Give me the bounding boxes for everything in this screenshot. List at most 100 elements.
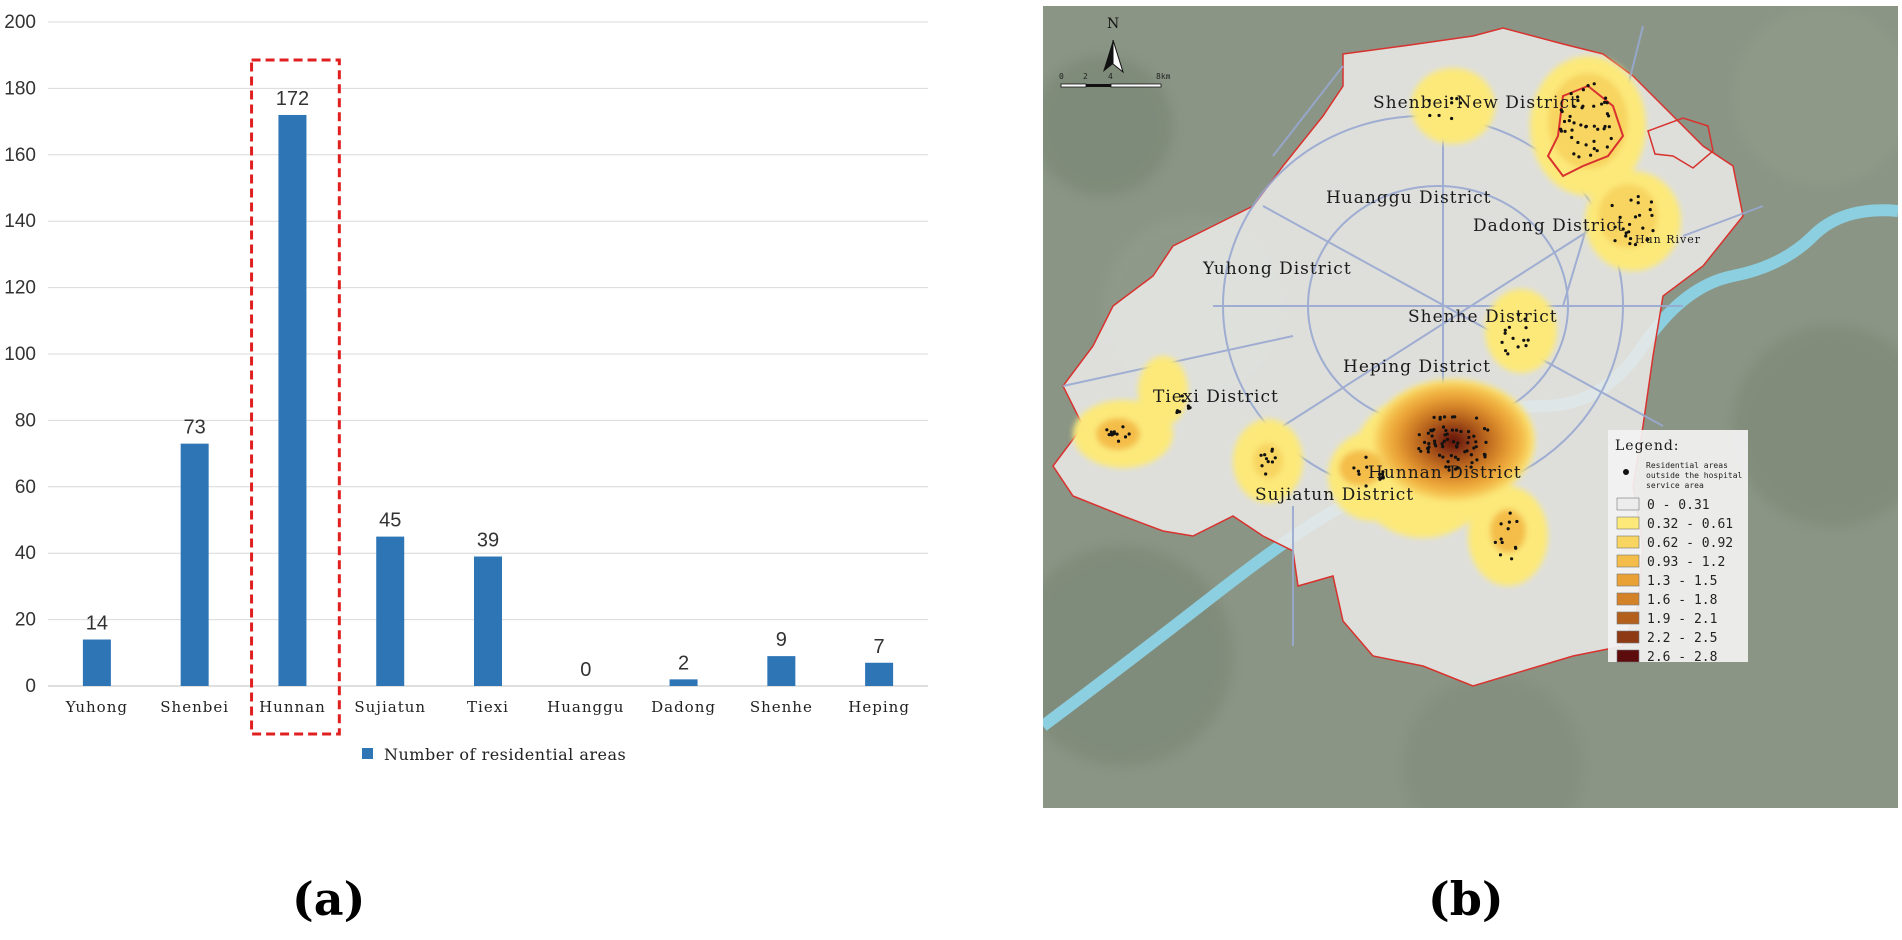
residential-point xyxy=(1105,428,1109,432)
residential-point xyxy=(1576,140,1580,145)
residential-point xyxy=(1592,82,1596,86)
residential-point xyxy=(1356,469,1361,473)
residential-point xyxy=(1454,428,1459,432)
data-label-sujiatun: 45 xyxy=(379,510,401,532)
legend-dot-label-1: Residential areas xyxy=(1646,461,1728,470)
residential-point xyxy=(1607,125,1611,129)
residential-point xyxy=(1474,440,1478,444)
residential-point xyxy=(1123,435,1128,439)
residential-point xyxy=(1633,215,1638,219)
residential-point xyxy=(1577,155,1581,159)
category-label-yuhong: Yuhong xyxy=(65,698,128,716)
residential-point xyxy=(1466,430,1471,434)
residential-point xyxy=(1451,440,1456,444)
legend-swatch-2 xyxy=(1616,535,1640,549)
residential-point xyxy=(1581,88,1585,92)
residential-point xyxy=(1595,149,1599,153)
data-label-huanggu: 0 xyxy=(580,659,591,681)
legend-swatch-0 xyxy=(1616,497,1640,511)
residential-point xyxy=(1116,439,1121,443)
category-label-hunnan: Hunnan xyxy=(259,698,326,716)
residential-point xyxy=(1467,435,1471,440)
category-labels: Yuhong Shenbei Hunnan Sujiatun Tiexi Huanggu D… xyxy=(65,698,909,716)
residential-point xyxy=(1417,447,1421,451)
residential-point xyxy=(1603,96,1608,100)
category-label-shenhe: Shenhe xyxy=(750,698,813,716)
legend-class-label-1: 0.32 - 0.61 xyxy=(1647,517,1733,532)
residential-point xyxy=(1609,136,1613,141)
residential-point xyxy=(1469,453,1473,457)
legend-swatch-7 xyxy=(1616,630,1640,644)
residential-point xyxy=(1627,230,1631,234)
bar-tiexi xyxy=(474,556,502,686)
residential-point xyxy=(1463,450,1467,454)
residential-point xyxy=(1264,472,1268,476)
legend-class-label-2: 0.62 - 0.92 xyxy=(1647,536,1733,551)
residential-point xyxy=(1449,453,1453,458)
data-label-shenbei: 73 xyxy=(184,417,206,439)
residential-point xyxy=(1503,328,1507,332)
residential-point xyxy=(1352,466,1356,470)
residential-point xyxy=(1498,553,1503,557)
residential-point xyxy=(1499,537,1503,541)
legend-swatch-3 xyxy=(1616,554,1640,568)
category-label-huanggu: Huanggu xyxy=(547,698,624,716)
residential-point xyxy=(1570,135,1574,140)
residential-point xyxy=(1603,124,1607,129)
bar-hunnan xyxy=(278,114,307,686)
y-tick-label: 120 xyxy=(4,278,36,299)
residential-point xyxy=(1466,441,1470,445)
residential-point xyxy=(1506,527,1510,531)
residential-point xyxy=(1450,428,1454,432)
label-shenhe: Shenhe District xyxy=(1408,307,1558,327)
residential-point xyxy=(1426,431,1430,435)
legend-dot-label-3: service area xyxy=(1646,481,1704,490)
data-label-hunnan: 172 xyxy=(276,88,309,110)
data-label-yuhong: 14 xyxy=(86,613,108,635)
label-tiexi: Tiexi District xyxy=(1153,387,1279,407)
residential-point xyxy=(1442,439,1446,443)
residential-point xyxy=(1572,121,1576,125)
residential-point xyxy=(1596,127,1600,131)
residential-point xyxy=(1493,540,1497,545)
residential-point xyxy=(1450,415,1455,419)
bar-yuhong xyxy=(82,639,111,686)
residential-point xyxy=(1422,440,1427,444)
residential-point xyxy=(1441,445,1445,449)
residential-point xyxy=(1581,104,1585,108)
residential-point xyxy=(1432,415,1436,419)
residential-point xyxy=(1508,511,1512,515)
y-tick-label: 140 xyxy=(4,211,36,232)
residential-point xyxy=(1441,455,1445,459)
y-tick-label: 180 xyxy=(4,78,36,99)
y-tick-label: 20 xyxy=(15,610,36,631)
svg-text:4: 4 xyxy=(1108,72,1113,81)
residential-point xyxy=(1610,203,1614,208)
residential-point xyxy=(1562,119,1567,124)
residential-point xyxy=(1559,127,1563,131)
residential-point xyxy=(1572,152,1576,156)
residential-point xyxy=(1499,522,1503,526)
residential-point xyxy=(1570,128,1574,132)
data-label-dadong: 2 xyxy=(678,652,689,674)
panel-label-a: (a) xyxy=(292,872,366,926)
legend-swatch-5 xyxy=(1616,592,1640,606)
residential-point xyxy=(1526,338,1530,342)
residential-point xyxy=(1484,440,1488,444)
label-huanggu: Huanggu District xyxy=(1326,188,1492,208)
bar-dadong xyxy=(669,679,698,686)
residential-point xyxy=(1651,228,1655,233)
residential-point xyxy=(1270,449,1274,453)
y-tick-label: 60 xyxy=(15,477,36,498)
legend-class-label-0: 0 - 0.31 xyxy=(1647,498,1710,513)
residential-point xyxy=(1629,198,1633,202)
label-heping: Heping District xyxy=(1343,357,1491,377)
residential-point xyxy=(1260,464,1264,468)
residential-point xyxy=(1112,430,1116,434)
residential-point xyxy=(1428,113,1432,118)
label-dadong: Dadong District xyxy=(1473,216,1625,236)
residential-point xyxy=(1437,113,1441,118)
category-label-shenbei: Shenbei xyxy=(160,698,229,716)
residential-point xyxy=(1430,434,1434,438)
residential-point xyxy=(1522,338,1526,342)
